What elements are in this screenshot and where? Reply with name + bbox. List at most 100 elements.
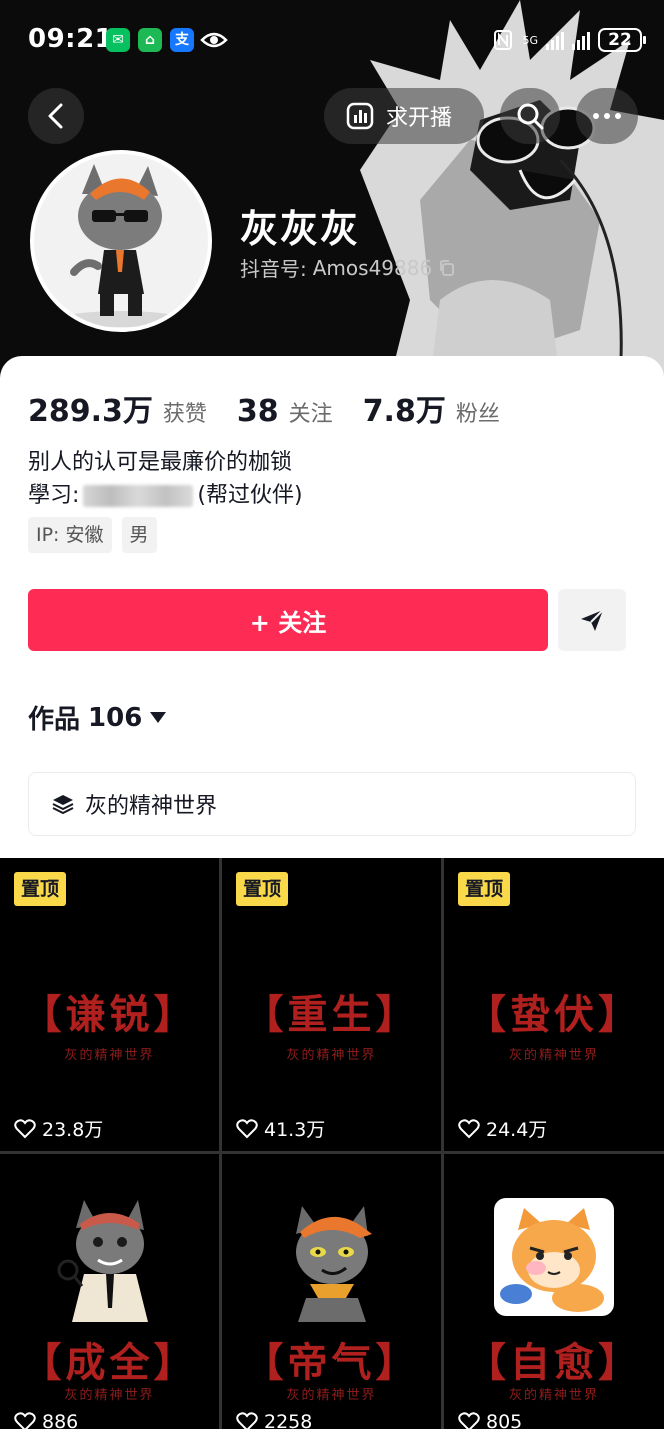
stat-followers-value[interactable]: 7.8万: [363, 386, 446, 430]
stat-followers-label[interactable]: 粉丝: [456, 396, 500, 428]
app-notification-icon: ⌂: [138, 28, 162, 52]
video-title: 【蛰伏】: [466, 991, 642, 1038]
video-card[interactable]: 【成全】 灰的精神世界 886: [0, 1154, 219, 1429]
collection-name: 灰的精神世界: [85, 794, 218, 819]
signal-icon: [546, 30, 564, 50]
network-type: 5G: [522, 33, 538, 47]
video-title: 【重生】: [243, 991, 420, 1038]
eye-icon: [200, 32, 228, 48]
works-tab-label: 作品: [28, 705, 81, 735]
gender-tag: 男: [121, 517, 157, 553]
heart-icon: [14, 1118, 36, 1138]
nfc-icon: [494, 30, 513, 50]
paper-plane-icon: [581, 609, 604, 631]
douyin-id-label: 抖音号:: [240, 257, 307, 281]
stat-following-value[interactable]: 38: [237, 394, 279, 429]
video-subtitle: 灰的精神世界: [286, 1388, 377, 1403]
status-time: 09:21: [28, 24, 114, 54]
video-card[interactable]: 【自愈】 灰的精神世界 805: [444, 1154, 664, 1429]
video-subtitle: 灰的精神世界: [508, 1388, 599, 1403]
video-title: 【自愈】: [466, 1339, 642, 1386]
pinned-badge: 置顶: [236, 872, 289, 906]
status-bar: 09:21 ✉ ⌂ 支 5G 22: [0, 18, 664, 62]
video-title: 【谦锐】: [21, 991, 198, 1038]
request-live-label: 求开播: [386, 106, 453, 131]
video-likes: 23.8万: [14, 1115, 103, 1142]
heart-icon: [236, 1118, 258, 1138]
douyin-id-row[interactable]: 抖音号: Amos49886: [240, 253, 456, 282]
likes-count: 886: [42, 1411, 79, 1429]
pinned-badge: 置顶: [458, 872, 511, 906]
works-tab[interactable]: 作品 106: [28, 699, 167, 736]
blurred-text: [83, 485, 194, 507]
video-card[interactable]: 【帝气】 灰的精神世界 2258: [222, 1154, 441, 1429]
video-likes: 2258: [236, 1411, 312, 1429]
bar-chart-icon: [346, 102, 374, 130]
likes-count: 23.8万: [42, 1119, 104, 1141]
status-indicators: 5G 22: [492, 26, 646, 54]
search-icon: [517, 103, 544, 130]
video-likes: 886: [14, 1411, 78, 1429]
send-message-button[interactable]: [558, 589, 626, 651]
heart-icon: [458, 1118, 480, 1138]
chevron-left-icon: [48, 103, 63, 129]
video-title: 【成全】: [21, 1339, 198, 1386]
ip-location-tag: IP: 安徽: [28, 517, 112, 553]
stat-likes-label[interactable]: 获赞: [163, 396, 207, 428]
video-likes: 805: [458, 1411, 522, 1429]
wechat-icon: ✉: [106, 28, 130, 52]
avatar[interactable]: [30, 150, 212, 332]
video-title: 【帝气】: [243, 1339, 420, 1386]
stat-following-label[interactable]: 关注: [289, 396, 333, 428]
signal-icon-2: [572, 30, 590, 50]
bio-line-2: 學习: (帮过伙伴): [28, 479, 303, 512]
video-subtitle: 灰的精神世界: [64, 1048, 155, 1063]
alipay-icon: 支: [170, 28, 194, 52]
more-dot-icon: [593, 113, 599, 119]
video-card[interactable]: 置顶 【重生】 灰的精神世界 41.3万: [222, 858, 441, 1151]
request-live-button[interactable]: 求开播: [324, 88, 484, 144]
bio-line-2-prefix: 學习:: [28, 483, 80, 508]
heart-icon: [14, 1412, 36, 1429]
more-button[interactable]: [576, 88, 638, 144]
profile-page: 09:21 ✉ ⌂ 支 5G 22 求开播 灰灰灰 抖音号: Amos49886…: [0, 0, 664, 1429]
video-card[interactable]: 置顶 【蛰伏】 灰的精神世界 24.4万: [444, 858, 664, 1151]
orange-cat-thumbnail: [494, 1198, 614, 1316]
caret-down-icon: [150, 712, 167, 723]
heart-icon: [236, 1412, 258, 1429]
likes-count: 2258: [264, 1411, 313, 1429]
douyin-id-value: Amos49886: [312, 255, 433, 280]
follow-button[interactable]: + 关注: [28, 589, 548, 651]
wolf-avatar-image: [34, 154, 208, 328]
copy-icon[interactable]: [438, 259, 456, 277]
heart-icon: [458, 1412, 480, 1429]
likes-count: 805: [486, 1411, 523, 1429]
profile-bio: 别人的认可是最廉价的枷锁 學习: (帮过伙伴): [28, 446, 303, 512]
profile-nickname: 灰灰灰: [240, 207, 361, 251]
layers-icon: [52, 795, 74, 815]
video-grid: 置顶 【谦锐】 灰的精神世界 23.8万 置顶 【重生】 灰的精神世界 41.3…: [0, 858, 664, 1429]
profile-info-card: 289.3万 获赞 38 关注 7.8万 粉丝 别人的认可是最廉价的枷锁 學习:…: [0, 356, 664, 858]
video-subtitle: 灰的精神世界: [286, 1048, 377, 1063]
battery-icon: 22: [598, 28, 646, 52]
wolf-cap-thumbnail: [295, 1206, 372, 1322]
profile-stats: 289.3万 获赞 38 关注 7.8万 粉丝: [28, 386, 530, 430]
collection-entry[interactable]: 灰的精神世界: [28, 772, 636, 836]
video-subtitle: 灰的精神世界: [508, 1048, 599, 1063]
bio-line-2-suffix: (帮过伙伴): [197, 483, 303, 508]
likes-count: 41.3万: [264, 1119, 326, 1141]
wolf-suit-thumbnail: [57, 1200, 148, 1322]
video-card[interactable]: 置顶 【谦锐】 灰的精神世界 23.8万: [0, 858, 219, 1151]
video-subtitle: 灰的精神世界: [64, 1388, 155, 1403]
profile-tags: IP: 安徽 男: [28, 517, 157, 553]
likes-count: 24.4万: [486, 1119, 548, 1141]
bio-line-1: 别人的认可是最廉价的枷锁: [28, 450, 293, 475]
stat-likes-value: 289.3万: [28, 394, 153, 429]
pinned-badge: 置顶: [14, 872, 67, 906]
search-button[interactable]: [500, 88, 560, 144]
video-likes: 41.3万: [236, 1115, 325, 1142]
works-tab-count: 106: [88, 702, 143, 733]
profile-banner: 09:21 ✉ ⌂ 支 5G 22 求开播 灰灰灰 抖音号: Amos49886: [0, 0, 664, 380]
video-likes: 24.4万: [458, 1115, 547, 1142]
back-button[interactable]: [28, 88, 84, 144]
